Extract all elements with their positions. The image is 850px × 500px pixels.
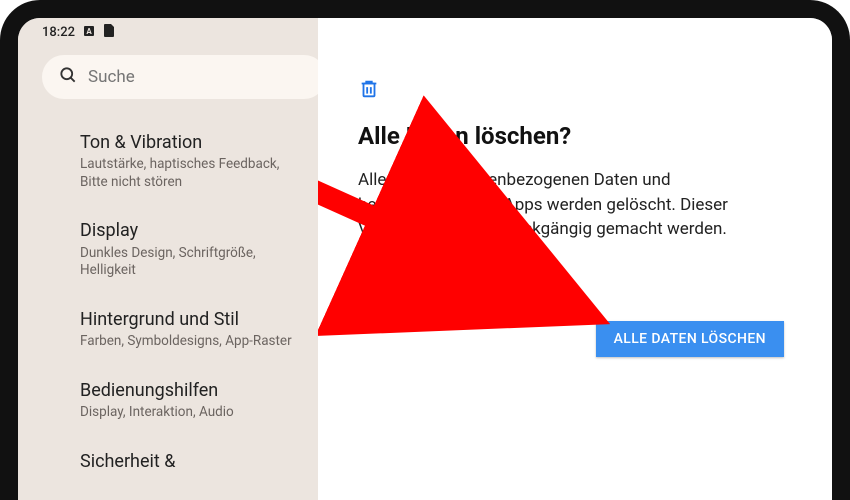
sidebar-item-security[interactable]: Sicherheit & [18, 436, 318, 489]
sidebar-item-label: Ton & Vibration [80, 131, 296, 154]
status-clock: 18:22 [42, 25, 75, 40]
trash-icon [358, 78, 792, 104]
settings-list[interactable]: Ton & Vibration Lautstärke, haptisches F… [18, 113, 318, 500]
search-input-container[interactable] [42, 55, 326, 99]
page-description: Alle deine personenbezogenen Daten und h… [358, 168, 792, 242]
settings-sidebar: 18:22 A [18, 18, 318, 500]
erase-all-data-button[interactable]: ALLE DATEN LÖSCHEN [596, 321, 784, 357]
status-bar: 18:22 A [18, 18, 318, 45]
sidebar-item-label: Hintergrund und Stil [80, 308, 296, 331]
sidebar-item-accessibility[interactable]: Bedienungshilfen Display, Interaktion, A… [18, 365, 318, 436]
page-title: Alle Daten löschen? [358, 122, 792, 150]
main-content: Alle Daten löschen? Alle deine personenb… [318, 18, 832, 500]
svg-text:A: A [86, 27, 92, 36]
search-icon [58, 65, 78, 89]
sidebar-item-display[interactable]: Display Dunkles Design, Schriftgröße, He… [18, 205, 318, 293]
search-input[interactable] [88, 67, 310, 87]
sidebar-item-label: Bedienungshilfen [80, 379, 296, 402]
sidebar-item-subtitle: Farben, Symboldesigns, App-Raster [80, 333, 296, 351]
sidebar-item-subtitle: Dunkles Design, Schriftgröße, Helligkeit [80, 245, 296, 280]
sidebar-item-label: Sicherheit & [80, 450, 296, 473]
sidebar-item-subtitle: Lautstärke, haptisches Feedback, Bitte n… [80, 156, 296, 191]
sd-card-icon [103, 24, 114, 41]
sidebar-item-subtitle: Display, Interaktion, Audio [80, 404, 296, 422]
status-icon-a: A [83, 25, 95, 41]
sidebar-item-sound[interactable]: Ton & Vibration Lautstärke, haptisches F… [18, 117, 318, 205]
sidebar-item-wallpaper[interactable]: Hintergrund und Stil Farben, Symboldesig… [18, 294, 318, 365]
sidebar-item-label: Display [80, 219, 296, 242]
